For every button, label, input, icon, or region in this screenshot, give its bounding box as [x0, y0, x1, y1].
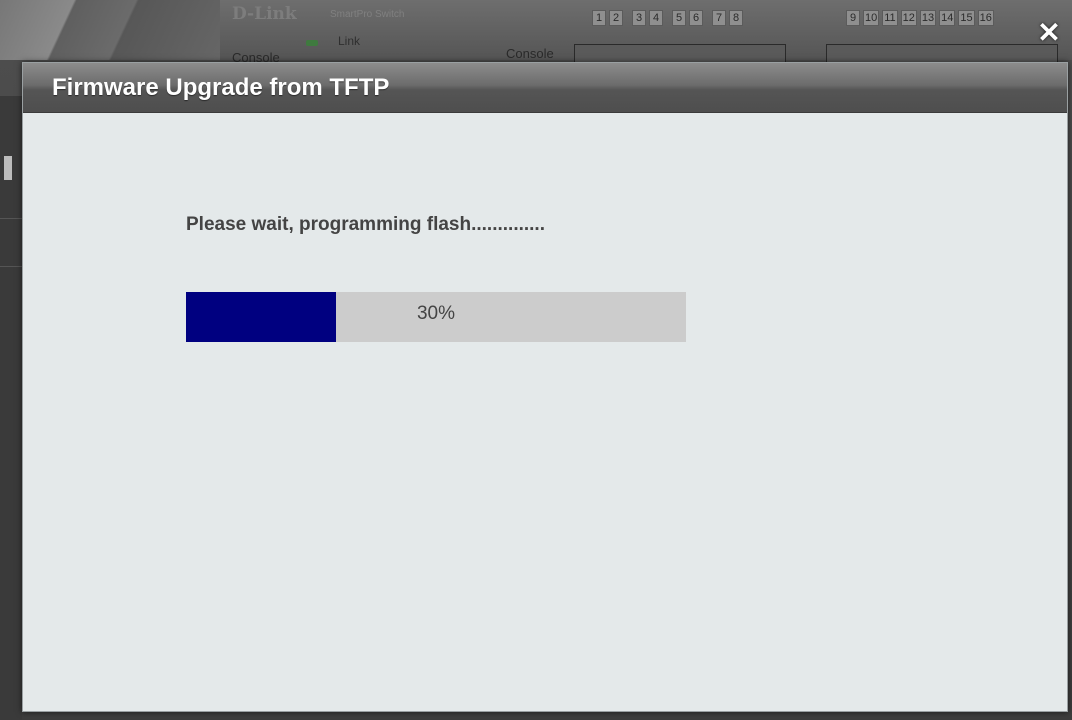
status-message: Please wait, programming flash..........…	[186, 214, 545, 235]
console-label-right: Console	[506, 46, 554, 61]
port-indicator: 4	[649, 10, 663, 26]
left-nav-divider	[0, 218, 22, 219]
link-label: Link	[338, 34, 361, 48]
port-indicator: 2	[609, 10, 623, 26]
left-nav-marker	[4, 156, 12, 180]
port-indicator: 10	[863, 10, 880, 26]
brand-subtitle: SmartPro Switch	[330, 9, 405, 20]
port-indicator: 7	[712, 10, 726, 26]
port-indicator: 11	[882, 10, 898, 26]
port-indicator: 15	[958, 10, 975, 26]
brand-logo: D-Link	[232, 4, 297, 24]
port-indicator: 6	[689, 10, 703, 26]
firmware-upgrade-dialog: Firmware Upgrade from TFTP Please wait, …	[22, 62, 1068, 712]
port-indicator: 1	[592, 10, 606, 26]
dialog-title: Firmware Upgrade from TFTP	[52, 74, 390, 101]
dialog-header: Firmware Upgrade from TFTP	[23, 63, 1067, 113]
left-nav-strip	[0, 96, 22, 720]
logo-swoosh	[0, 0, 220, 60]
progress-label: 30%	[416, 303, 456, 324]
port-group-1: 12345678	[592, 10, 743, 26]
port-panel-1	[574, 44, 786, 64]
port-indicator: 3	[632, 10, 646, 26]
left-nav-divider	[0, 266, 22, 267]
port-indicator: 13	[919, 10, 937, 26]
port-indicator: 8	[729, 10, 743, 26]
port-indicator: 5	[672, 10, 686, 26]
port-group-2: 9 10 11 12 13 14 15 16	[846, 10, 994, 26]
close-icon[interactable]: ✕	[1036, 19, 1062, 47]
port-indicator: 14	[939, 10, 956, 26]
port-panel-2	[826, 44, 1058, 64]
progress-bar: 30%	[186, 292, 686, 342]
port-indicator: 9	[846, 10, 860, 26]
port-indicator: 12	[900, 10, 917, 26]
port-indicator: 16	[977, 10, 994, 26]
link-led-icon	[306, 40, 318, 46]
